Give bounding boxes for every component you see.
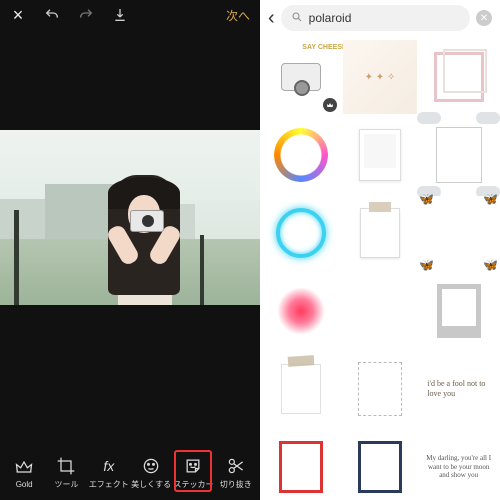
download-icon[interactable]	[112, 7, 128, 23]
editor-panel: × 次へ Gold ツール fx	[0, 0, 260, 500]
sticker-icon	[183, 456, 203, 476]
scissors-icon	[226, 456, 246, 476]
close-icon[interactable]: ×	[10, 7, 26, 23]
sticker-item[interactable]	[343, 118, 418, 192]
canvas-image[interactable]	[0, 130, 260, 305]
face-icon	[141, 456, 161, 476]
tool-effect[interactable]: fx エフェクト	[88, 456, 130, 490]
tool-label: Gold	[16, 480, 33, 489]
sticker-grid: SAY CHEESE 🦋🦋🦋🦋 i'd be a fool not to lov…	[260, 36, 500, 500]
sticker-item[interactable]	[264, 118, 339, 192]
editor-toolbar: Gold ツール fx エフェクト 美しくする ステッカー 切り抜き	[0, 445, 260, 500]
sticker-item[interactable]	[264, 430, 339, 500]
sticker-item[interactable]: 🦋🦋🦋🦋	[421, 196, 496, 270]
sticker-caption: SAY CHEESE	[302, 44, 346, 51]
sticker-item[interactable]: SAY CHEESE	[264, 40, 339, 114]
editor-topbar: × 次へ	[0, 0, 260, 30]
sticker-item[interactable]	[343, 274, 418, 348]
sticker-item[interactable]	[264, 274, 339, 348]
fx-icon: fx	[99, 456, 119, 476]
sticker-item[interactable]	[343, 40, 418, 114]
sticker-item[interactable]	[343, 196, 418, 270]
tool-beautify[interactable]: 美しくする	[130, 456, 172, 490]
tool-tools[interactable]: ツール	[45, 456, 87, 490]
tool-label: 美しくする	[131, 479, 171, 490]
search-query: polaroid	[309, 11, 352, 25]
tool-sticker[interactable]: ステッカー	[172, 456, 214, 490]
tool-cutout[interactable]: 切り抜き	[215, 456, 257, 490]
sticker-item[interactable]	[421, 274, 496, 348]
tool-label: エフェクト	[89, 479, 129, 490]
sticker-caption: i'd be a fool not to love you	[427, 379, 490, 398]
sticker-item[interactable]	[421, 40, 496, 114]
sticker-item[interactable]	[264, 196, 339, 270]
search-icon	[291, 11, 303, 26]
sticker-caption: My darling, you're all I want to be your…	[425, 454, 492, 479]
crown-icon	[14, 457, 34, 477]
search-bar: ‹ polaroid ✕	[260, 0, 500, 36]
sticker-item[interactable]	[343, 352, 418, 426]
sticker-item[interactable]: My darling, you're all I want to be your…	[421, 430, 496, 500]
undo-icon[interactable]	[44, 7, 60, 23]
premium-badge-icon	[323, 98, 337, 112]
clear-search-icon[interactable]: ✕	[476, 10, 492, 26]
back-icon[interactable]: ‹	[268, 7, 275, 30]
sticker-panel: ‹ polaroid ✕ SAY CHEESE 🦋🦋🦋🦋 i'd be a fo…	[260, 0, 500, 500]
crop-icon	[56, 456, 76, 476]
tool-label: ステッカー	[173, 479, 213, 490]
tool-label: 切り抜き	[220, 479, 252, 490]
search-input[interactable]: polaroid	[281, 5, 470, 31]
sticker-item[interactable]	[421, 118, 496, 192]
sticker-item[interactable]	[264, 352, 339, 426]
sticker-item[interactable]: i'd be a fool not to love you	[421, 352, 496, 426]
next-button[interactable]: 次へ	[226, 7, 250, 24]
tool-gold[interactable]: Gold	[3, 457, 45, 489]
sticker-item[interactable]	[343, 430, 418, 500]
redo-icon[interactable]	[78, 7, 94, 23]
tool-label: ツール	[54, 479, 78, 490]
